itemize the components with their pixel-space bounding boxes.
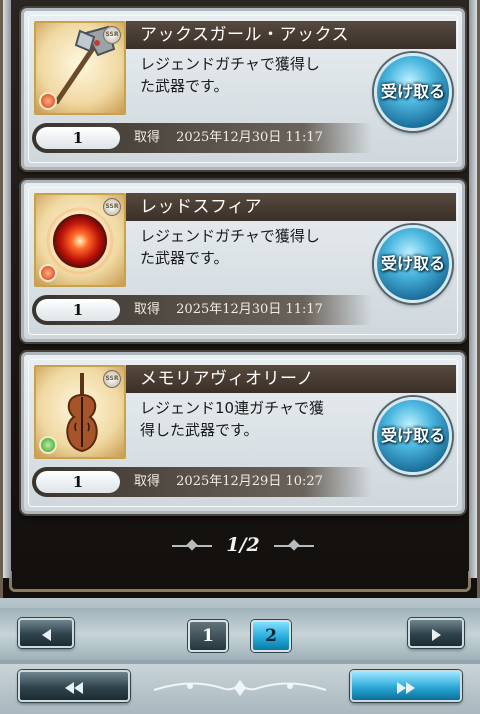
page-indicator: 1/2 — [3, 534, 480, 556]
reward-card: SSR メモリアヴィオリーノ レジェンド10連ガチャで獲 得した武器です。 1 … — [21, 352, 465, 514]
fire-element-icon — [39, 264, 57, 282]
reward-card: SSR レッドスフィア レジェンドガチャで獲得し た武器です。 1 取得 202… — [21, 180, 465, 342]
item-description: レジェンド10連ガチャで獲 得した武器です。 — [140, 397, 370, 441]
item-description: レジェンドガチャで獲得し た武器です。 — [140, 53, 370, 97]
weapon-thumbnail: SSR — [34, 365, 126, 459]
description-line: レジェンド10連ガチャで獲 — [140, 399, 324, 417]
pagination-nav: 1 2 — [0, 598, 480, 714]
info-bar: 1 取得 2025年12月30日 11:17 — [32, 295, 372, 325]
item-description: レジェンドガチャで獲得し た武器です。 — [140, 225, 370, 269]
acquired-label: 取得 — [134, 474, 161, 489]
description-line: た武器です。 — [140, 77, 229, 95]
prev-page-button[interactable] — [18, 618, 74, 648]
reward-list-panel: SSR アックスガール・アックス レジェンドガチャで獲得し た武器です。 1 取… — [0, 0, 480, 598]
decorative-ornament — [153, 680, 327, 696]
panel-right-rail — [469, 0, 477, 578]
acquired-date: 2025年12月29日 10:27 — [176, 474, 323, 489]
last-page-button[interactable] — [350, 670, 462, 702]
item-title: アックスガール・アックス — [126, 21, 456, 49]
wind-element-icon — [39, 436, 57, 454]
quantity-badge: 1 — [36, 299, 120, 321]
first-page-button[interactable] — [18, 670, 130, 702]
acquired-info: 取得 2025年12月30日 11:17 — [134, 123, 323, 153]
rarity-badge: SSR — [103, 198, 121, 216]
fire-element-icon — [39, 92, 57, 110]
acquired-date: 2025年12月30日 11:17 — [176, 130, 323, 145]
claim-button[interactable]: 受け取る — [374, 53, 452, 131]
quantity-badge: 1 — [36, 127, 120, 149]
page-button-1[interactable]: 1 — [188, 620, 228, 652]
acquired-info: 取得 2025年12月29日 10:27 — [134, 467, 323, 497]
double-arrow-right-icon — [397, 682, 406, 694]
info-bar: 1 取得 2025年12月30日 11:17 — [32, 123, 372, 153]
double-arrow-left-icon — [65, 682, 74, 694]
claim-button[interactable]: 受け取る — [374, 397, 452, 475]
rarity-badge: SSR — [103, 26, 121, 44]
quantity-badge: 1 — [36, 471, 120, 493]
acquired-label: 取得 — [134, 130, 161, 145]
description-line: レジェンドガチャで獲得し — [140, 227, 320, 245]
acquired-label: 取得 — [134, 302, 161, 317]
reward-card: SSR アックスガール・アックス レジェンドガチャで獲得し た武器です。 1 取… — [21, 8, 465, 170]
ornament-left — [172, 545, 213, 547]
arrow-left-icon — [41, 629, 51, 641]
item-title: メモリアヴィオリーノ — [126, 365, 456, 393]
description-line: た武器です。 — [140, 249, 229, 267]
weapon-thumbnail: SSR — [34, 193, 126, 287]
acquired-info: 取得 2025年12月30日 11:17 — [134, 295, 323, 325]
rarity-badge: SSR — [103, 370, 121, 388]
next-page-button[interactable] — [408, 618, 464, 648]
page-button-2[interactable]: 2 — [251, 620, 291, 652]
acquired-date: 2025年12月30日 11:17 — [176, 302, 323, 317]
page-indicator-text: 1/2 — [226, 534, 260, 556]
arrow-right-icon — [431, 629, 441, 641]
panel-left-rail — [3, 0, 11, 578]
weapon-thumbnail: SSR — [34, 21, 126, 115]
description-line: レジェンドガチャで獲得し — [140, 55, 320, 73]
info-bar: 1 取得 2025年12月29日 10:27 — [32, 467, 372, 497]
claim-button[interactable]: 受け取る — [374, 225, 452, 303]
description-line: 得した武器です。 — [140, 421, 259, 439]
ornament-right — [273, 545, 314, 547]
double-arrow-left-icon-part — [74, 682, 83, 694]
item-title: レッドスフィア — [126, 193, 456, 221]
double-arrow-right-icon-part — [406, 682, 415, 694]
